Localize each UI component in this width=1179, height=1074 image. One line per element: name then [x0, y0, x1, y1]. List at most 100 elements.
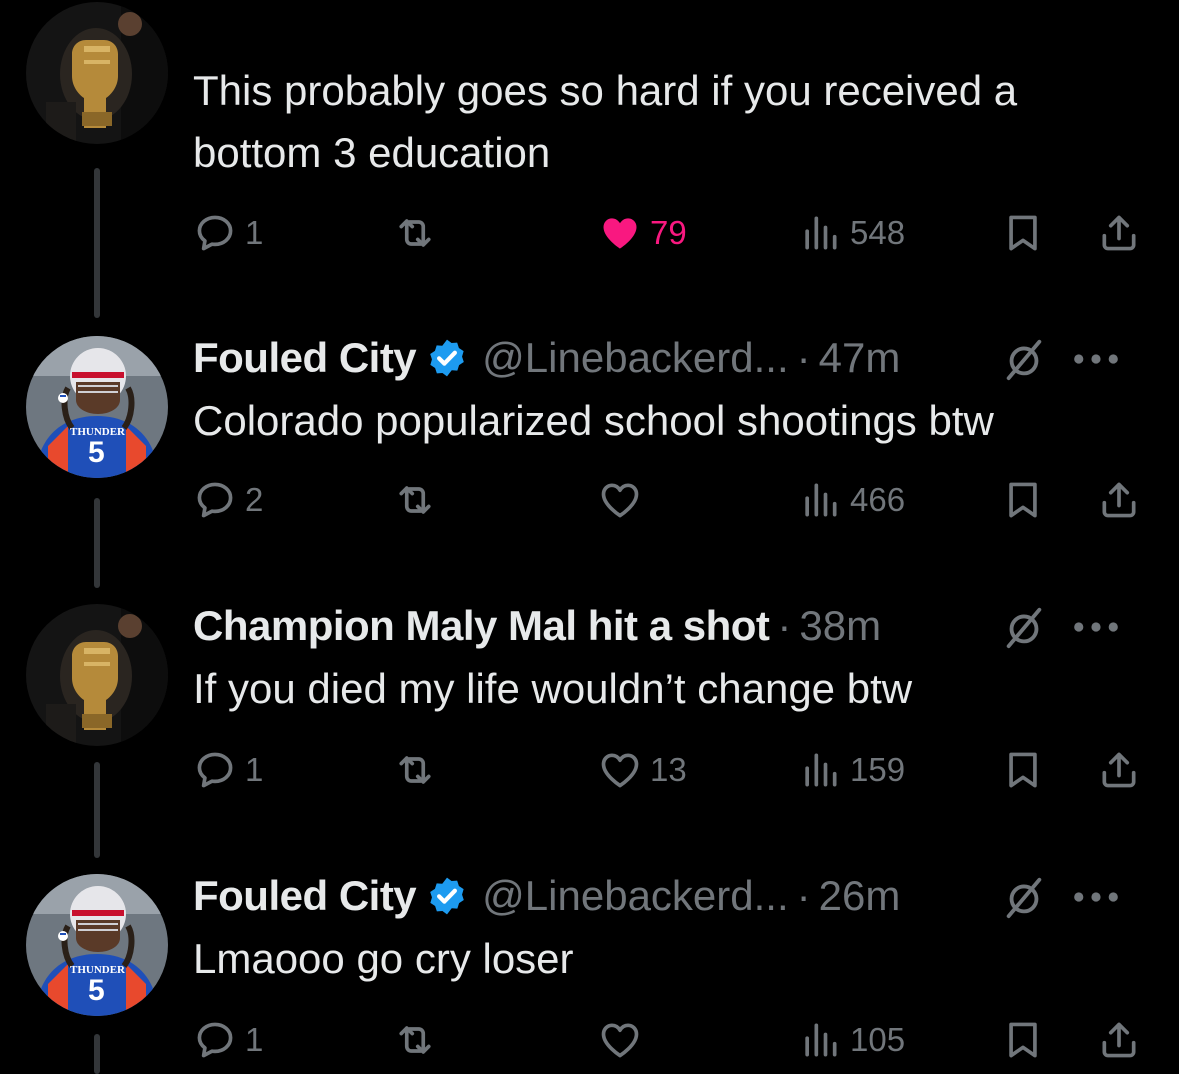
- retweet-button[interactable]: [393, 740, 445, 800]
- avatar[interactable]: THUNDER 5: [26, 336, 168, 478]
- retweet-button[interactable]: [393, 203, 445, 263]
- separator-dot: ·: [796, 334, 811, 381]
- retweet-button[interactable]: [393, 470, 445, 530]
- reply-icon: [193, 1018, 237, 1062]
- thread-line: [94, 498, 100, 588]
- tweet-header: Fouled City @Linebackerd... · 47m: [193, 332, 1149, 384]
- views-icon: [798, 211, 842, 255]
- heart-icon: [598, 211, 642, 255]
- heart-icon: [598, 1018, 642, 1062]
- heart-icon: [598, 478, 642, 522]
- reply-count: 1: [245, 1021, 264, 1058]
- share-button[interactable]: [1097, 203, 1141, 263]
- avatar-jersey-number: 5: [88, 436, 105, 469]
- retweet-icon: [393, 748, 437, 792]
- like-count: 79: [650, 214, 687, 251]
- reply-count: 2: [245, 481, 264, 518]
- like-button[interactable]: [598, 1010, 650, 1070]
- views-icon: [798, 1018, 842, 1062]
- timestamp[interactable]: 47m: [819, 334, 901, 382]
- tweet-text: This probably goes so hard if you receiv…: [193, 67, 1018, 176]
- tweet-header: Champion Maly Mal hit a shot · 38m: [193, 600, 1149, 652]
- like-count: 13: [650, 751, 687, 788]
- tweet-text: Lmaooo go cry loser: [193, 935, 574, 982]
- display-name[interactable]: Fouled City: [193, 334, 417, 382]
- tweet-text: Colorado popularized school shootings bt…: [193, 397, 994, 444]
- mute-icon[interactable]: [1001, 336, 1047, 382]
- like-button[interactable]: 79: [598, 203, 687, 263]
- bookmark-icon: [1001, 211, 1045, 255]
- retweet-button[interactable]: [393, 1010, 445, 1070]
- like-button[interactable]: [598, 470, 650, 530]
- timestamp[interactable]: 26m: [819, 872, 901, 920]
- tweet-1[interactable]: This probably goes so hard if you receiv…: [0, 0, 1179, 320]
- reply-icon: [193, 211, 237, 255]
- tweet-2[interactable]: THUNDER 5 Fouled City @Linebackerd... · …: [0, 320, 1179, 588]
- avatar[interactable]: [26, 604, 168, 746]
- bookmark-button[interactable]: [1001, 470, 1045, 530]
- avatar[interactable]: THUNDER 5: [26, 874, 168, 1016]
- views-count: 105: [850, 1021, 906, 1058]
- reply-button[interactable]: 2: [193, 470, 263, 530]
- trophy-avatar-icon: [26, 604, 168, 746]
- tweet-actions: 1 105: [193, 1010, 1153, 1070]
- handle[interactable]: @Linebackerd...: [482, 334, 788, 382]
- reply-button[interactable]: 1: [193, 1010, 263, 1070]
- share-button[interactable]: [1097, 1010, 1141, 1070]
- views-icon: [798, 748, 842, 792]
- share-icon: [1097, 211, 1141, 255]
- bookmark-button[interactable]: [1001, 740, 1045, 800]
- views-count: 159: [850, 751, 906, 788]
- thread-line: [94, 1034, 100, 1074]
- more-icon[interactable]: [1073, 891, 1119, 903]
- verified-badge-icon: [426, 337, 468, 379]
- views-button[interactable]: 548: [798, 203, 905, 263]
- bookmark-icon: [1001, 1018, 1045, 1062]
- tweet-4[interactable]: THUNDER 5 Fouled City @Linebackerd... · …: [0, 858, 1179, 1074]
- views-button[interactable]: 105: [798, 1010, 905, 1070]
- tweet-actions: 1 79 548: [193, 203, 1153, 263]
- share-icon: [1097, 478, 1141, 522]
- handle[interactable]: @Linebackerd...: [482, 872, 788, 920]
- more-icon[interactable]: [1073, 621, 1119, 633]
- heart-icon: [598, 748, 642, 792]
- display-name[interactable]: Champion Maly Mal hit a shot: [193, 602, 770, 650]
- tweet-text: If you died my life wouldn’t change btw: [193, 665, 913, 712]
- retweet-icon: [393, 1018, 437, 1062]
- like-button[interactable]: 13: [598, 740, 687, 800]
- reply-count: 1: [245, 214, 264, 251]
- mute-icon[interactable]: [1001, 874, 1047, 920]
- tweet-actions: 2 466: [193, 470, 1153, 530]
- display-name[interactable]: Fouled City: [193, 872, 417, 920]
- avatar[interactable]: [26, 2, 168, 144]
- thread-line: [94, 762, 100, 858]
- bookmark-button[interactable]: [1001, 203, 1045, 263]
- share-icon: [1097, 748, 1141, 792]
- views-button[interactable]: 466: [798, 470, 905, 530]
- thread-line: [94, 168, 100, 318]
- mute-icon[interactable]: [1001, 604, 1047, 650]
- share-button[interactable]: [1097, 740, 1141, 800]
- separator-dot: ·: [777, 602, 792, 649]
- share-button[interactable]: [1097, 470, 1141, 530]
- tweet-3[interactable]: Champion Maly Mal hit a shot · 38m If yo…: [0, 588, 1179, 858]
- trophy-avatar-icon: [26, 2, 168, 144]
- reply-icon: [193, 748, 237, 792]
- timestamp[interactable]: 38m: [799, 602, 881, 650]
- views-icon: [798, 478, 842, 522]
- views-count: 466: [850, 481, 906, 518]
- verified-badge-icon: [426, 875, 468, 917]
- reply-count: 1: [245, 751, 264, 788]
- share-icon: [1097, 1018, 1141, 1062]
- reply-icon: [193, 478, 237, 522]
- bookmark-icon: [1001, 748, 1045, 792]
- bookmark-button[interactable]: [1001, 1010, 1045, 1070]
- views-count: 548: [850, 214, 906, 251]
- reply-button[interactable]: 1: [193, 203, 263, 263]
- separator-dot: ·: [796, 872, 811, 919]
- more-icon[interactable]: [1073, 353, 1119, 365]
- tweet-header: Fouled City @Linebackerd... · 26m: [193, 870, 1149, 922]
- reply-button[interactable]: 1: [193, 740, 263, 800]
- views-button[interactable]: 159: [798, 740, 905, 800]
- bookmark-icon: [1001, 478, 1045, 522]
